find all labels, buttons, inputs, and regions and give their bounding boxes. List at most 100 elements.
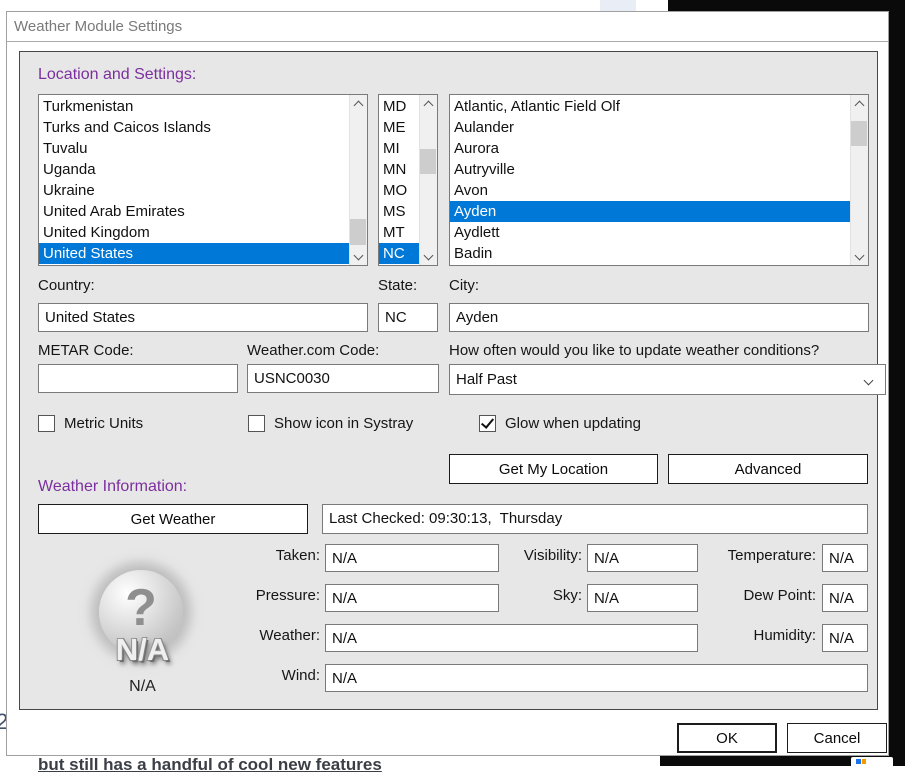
- state-list-rows: MDMEMIMNMOMSMTNC: [379, 96, 420, 264]
- check-icon: [481, 415, 494, 429]
- cancel-button[interactable]: Cancel: [787, 723, 887, 753]
- list-item[interactable]: MN: [379, 159, 420, 180]
- city-listbox[interactable]: Atlantic, Atlantic Field OlfAulanderAuro…: [449, 94, 869, 266]
- metar-code-field[interactable]: [38, 364, 238, 393]
- checkbox-box[interactable]: [479, 415, 496, 432]
- weather-field[interactable]: N/A: [325, 624, 698, 652]
- weathercom-code-field[interactable]: USNC0030: [247, 364, 439, 393]
- list-item[interactable]: ME: [379, 117, 420, 138]
- dialog-title: Weather Module Settings: [14, 18, 182, 35]
- dew-point-field[interactable]: N/A: [822, 584, 868, 612]
- list-item[interactable]: MI: [379, 138, 420, 159]
- country-field[interactable]: United States: [38, 303, 368, 332]
- pressure-label: Pressure:: [200, 587, 320, 604]
- last-checked-field[interactable]: Last Checked: 09:30:13, Thursday: [322, 504, 868, 534]
- background-dark-window-right: [889, 0, 905, 766]
- chevron-down-icon: [353, 250, 363, 260]
- wind-field[interactable]: N/A: [325, 664, 868, 692]
- temperature-field[interactable]: N/A: [822, 544, 868, 572]
- list-item[interactable]: Avon: [450, 180, 851, 201]
- scrollbar-up-button[interactable]: [350, 95, 366, 112]
- ok-button[interactable]: OK: [677, 723, 777, 753]
- list-item[interactable]: MO: [379, 180, 420, 201]
- list-item[interactable]: Autryville: [450, 159, 851, 180]
- scrollbar-thumb[interactable]: [420, 149, 436, 174]
- list-item[interactable]: Ukraine: [39, 180, 350, 201]
- city-field[interactable]: Ayden: [449, 303, 869, 332]
- sky-field[interactable]: N/A: [587, 584, 698, 612]
- glow-when-updating-label: Glow when updating: [505, 415, 641, 432]
- list-item[interactable]: Aurora: [450, 138, 851, 159]
- country-listbox[interactable]: TurkmenistanTurks and Caicos IslandsTuva…: [38, 94, 368, 266]
- state-scrollbar[interactable]: [419, 95, 437, 265]
- widget-blue-icon: [856, 759, 861, 764]
- scrollbar-down-button[interactable]: [851, 248, 867, 265]
- country-scrollbar[interactable]: [349, 95, 367, 265]
- systray-label: Show icon in Systray: [274, 415, 413, 432]
- visibility-field[interactable]: N/A: [587, 544, 698, 572]
- list-item[interactable]: Uganda: [39, 159, 350, 180]
- metar-code-label: METAR Code:: [38, 342, 134, 359]
- city-list-rows: Atlantic, Atlantic Field OlfAulanderAuro…: [450, 96, 851, 264]
- wind-label: Wind:: [200, 667, 320, 684]
- list-item[interactable]: Atlantic, Atlantic Field Olf: [450, 96, 851, 117]
- state-listbox[interactable]: MDMEMIMNMOMSMTNC: [378, 94, 438, 266]
- checkbox-box[interactable]: [38, 415, 55, 432]
- chevron-down-icon: [864, 376, 874, 386]
- list-item[interactable]: United States: [39, 243, 350, 264]
- chevron-down-icon: [423, 250, 433, 260]
- systray-checkbox[interactable]: Show icon in Systray: [248, 415, 413, 432]
- list-item[interactable]: United Kingdom: [39, 222, 350, 243]
- list-item[interactable]: Aydlett: [450, 222, 851, 243]
- widget-orange-icon: [862, 759, 866, 764]
- humidity-label: Humidity:: [686, 627, 816, 644]
- scrollbar-up-button[interactable]: [851, 95, 867, 112]
- metric-units-checkbox[interactable]: Metric Units: [38, 415, 143, 432]
- humidity-field[interactable]: N/A: [822, 624, 868, 652]
- update-frequency-dropdown[interactable]: Half Past: [449, 364, 886, 395]
- scrollbar-up-button[interactable]: [420, 95, 436, 112]
- list-item[interactable]: Badin: [450, 243, 851, 264]
- scrollbar-down-button[interactable]: [350, 248, 366, 265]
- update-frequency-value: Half Past: [456, 371, 517, 388]
- list-item[interactable]: United Arab Emirates: [39, 201, 350, 222]
- scrollbar-thumb[interactable]: [851, 121, 867, 146]
- list-item[interactable]: Aulander: [450, 117, 851, 138]
- list-item[interactable]: NC: [379, 243, 420, 264]
- location-section-heading: Location and Settings:: [38, 66, 196, 84]
- checkbox-box[interactable]: [248, 415, 265, 432]
- state-field[interactable]: NC: [378, 303, 438, 332]
- advanced-button[interactable]: Advanced: [668, 454, 868, 484]
- list-item[interactable]: MT: [379, 222, 420, 243]
- scrollbar-down-button[interactable]: [420, 248, 436, 265]
- weathercom-code-label: Weather.com Code:: [247, 342, 379, 359]
- screen: { "window": { "title": "Weather Module S…: [0, 0, 905, 766]
- glow-when-updating-checkbox[interactable]: Glow when updating: [479, 415, 641, 432]
- update-frequency-label: How often would you like to update weath…: [449, 342, 819, 359]
- weather-label: Weather:: [200, 627, 320, 644]
- weather-section-heading: Weather Information:: [38, 478, 187, 496]
- chevron-down-icon: [854, 250, 864, 260]
- get-my-location-button[interactable]: Get My Location: [449, 454, 658, 484]
- taken-label: Taken:: [200, 547, 320, 564]
- state-label: State:: [378, 277, 417, 294]
- country-label: Country:: [38, 277, 95, 294]
- visibility-label: Visibility:: [462, 547, 582, 564]
- list-item[interactable]: MD: [379, 96, 420, 117]
- get-weather-button[interactable]: Get Weather: [38, 504, 308, 534]
- city-scrollbar[interactable]: [850, 95, 868, 265]
- list-item[interactable]: Tuvalu: [39, 138, 350, 159]
- list-item[interactable]: Turkmenistan: [39, 96, 350, 117]
- country-list-rows: TurkmenistanTurks and Caicos IslandsTuva…: [39, 96, 350, 264]
- city-label: City:: [449, 277, 479, 294]
- dialog-titlebar[interactable]: Weather Module Settings: [7, 12, 888, 42]
- question-mark-icon: ?: [99, 578, 183, 638]
- scrollbar-thumb[interactable]: [350, 219, 366, 245]
- background-article-text-fragment: but still has a handful of cool new feat…: [38, 755, 382, 775]
- list-item[interactable]: Turks and Caicos Islands: [39, 117, 350, 138]
- dew-point-label: Dew Point:: [686, 587, 816, 604]
- chevron-up-icon: [353, 100, 363, 110]
- list-item[interactable]: Ayden: [450, 201, 851, 222]
- list-item[interactable]: MS: [379, 201, 420, 222]
- sky-label: Sky:: [462, 587, 582, 604]
